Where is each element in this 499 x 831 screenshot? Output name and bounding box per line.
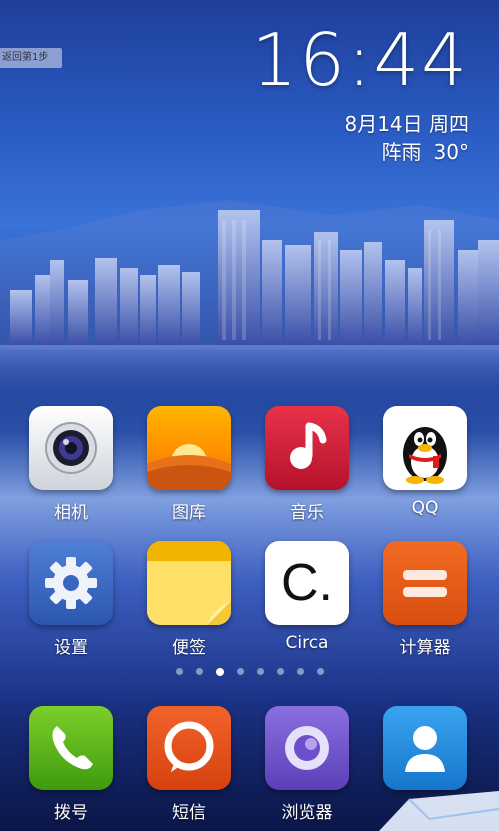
page-dot[interactable] [236,668,244,675]
circa-icon: C. [265,541,349,625]
page-indicator[interactable] [0,668,499,676]
app-notes[interactable]: 便签 [146,541,232,658]
app-label: 短信 [172,803,206,823]
corner-watermark [379,791,499,831]
app-gallery[interactable]: 图库 [146,406,232,523]
qq-penguin-icon [383,406,467,490]
weather-condition: 阵雨 [381,140,422,164]
app-label: 计算器 [399,638,451,658]
app-music[interactable]: 音乐 [264,406,350,523]
home-screen: 返回第1步 16:44 8月14日 周四 阵雨 30° 相机 图库 音乐 QQ … [0,0,499,831]
calculator-icon [383,541,467,625]
app-settings[interactable]: 设置 [28,541,114,658]
dock-contacts[interactable] [382,706,468,798]
page-dot[interactable] [316,668,324,675]
app-label: 浏览器 [281,803,333,823]
clock-time[interactable]: 16:44 [252,18,470,102]
app-label: 便签 [172,638,206,658]
app-label: Circa [285,633,329,653]
gallery-icon [147,406,231,490]
app-label: QQ [411,498,439,518]
page-dot[interactable] [276,668,284,675]
page-dot[interactable] [175,668,183,675]
wallpaper-skyline [0,200,499,400]
clock-date: 8月14日 周四 [344,112,469,136]
message-icon [147,706,231,790]
app-label: 音乐 [290,503,324,523]
dock-messages[interactable]: 短信 [146,706,232,823]
app-label: 图库 [172,503,206,523]
weather-temperature: 30° [433,140,469,164]
dock-phone[interactable]: 拨号 [28,706,114,823]
phone-icon [29,706,113,790]
app-qq[interactable]: QQ [382,406,468,518]
gear-icon [29,541,113,625]
app-camera[interactable]: 相机 [28,406,114,523]
back-to-step-tag[interactable]: 返回第1步 [0,48,62,68]
app-label: 拨号 [54,803,88,823]
page-dot-active[interactable] [215,668,224,676]
page-dot[interactable] [195,668,203,675]
page-dot[interactable] [256,668,264,675]
dock-browser[interactable]: 浏览器 [264,706,350,823]
page-dot[interactable] [296,668,304,675]
circa-glyph: C. [281,554,333,612]
contacts-icon [383,706,467,790]
browser-icon [265,706,349,790]
weather-readout[interactable]: 阵雨 30° [382,136,469,165]
camera-icon [29,406,113,490]
app-calculator[interactable]: 计算器 [382,541,468,658]
app-circa[interactable]: C. Circa [264,541,350,653]
notes-icon [147,541,231,625]
app-label: 相机 [54,503,88,523]
music-icon [265,406,349,490]
app-label: 设置 [54,638,88,658]
